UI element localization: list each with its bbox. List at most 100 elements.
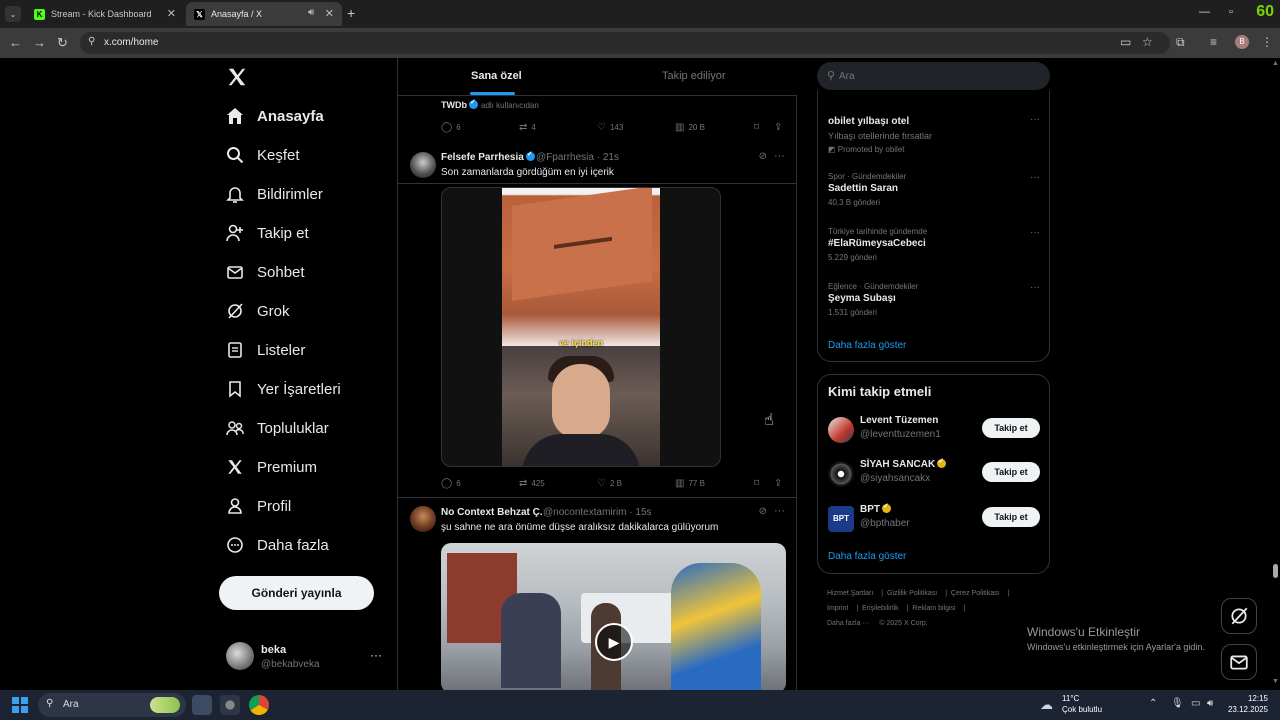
- close-tab-icon[interactable]: ✕: [167, 7, 176, 20]
- share-button[interactable]: ⇪: [774, 122, 786, 133]
- trend-item[interactable]: Türkiye tarihinde gündemde #ElaRümeysaCe…: [828, 227, 1040, 262]
- reload-icon[interactable]: ↻: [57, 35, 68, 51]
- tab-following[interactable]: Takip ediliyor: [662, 70, 726, 82]
- nav-notifications[interactable]: Bildirimler: [226, 182, 323, 206]
- browser-tab-x[interactable]: 𝕏 Anasayfa / X 🔊︎ ✕: [186, 2, 342, 26]
- search-input[interactable]: [839, 66, 1029, 86]
- grok-icon[interactable]: ⊘: [759, 151, 767, 162]
- page-scrollbar[interactable]: ▲ ▼: [1271, 58, 1280, 690]
- settings-app-icon[interactable]: [220, 695, 240, 715]
- browser-tab-kick[interactable]: K Stream - Kick Dashboard ✕: [26, 2, 184, 26]
- tweet-handle[interactable]: @nocontextamirim · 15s: [543, 507, 652, 518]
- task-view-icon[interactable]: [192, 695, 212, 715]
- tweet-author-name[interactable]: TWDb: [441, 98, 478, 110]
- media-icon[interactable]: ≡: [1210, 35, 1217, 49]
- avatar[interactable]: [828, 417, 854, 443]
- avatar[interactable]: [828, 461, 854, 487]
- repost-button[interactable]: ⇄ 425: [519, 478, 545, 489]
- windows-start-icon[interactable]: [12, 697, 28, 713]
- views-button[interactable]: ▥ 20 B: [675, 122, 705, 133]
- tab-search-button[interactable]: ⌄: [5, 6, 21, 22]
- like-button[interactable]: ♡ 143: [597, 122, 623, 133]
- scroll-down-icon[interactable]: ▼: [1272, 678, 1279, 685]
- new-tab-button[interactable]: +: [347, 5, 355, 21]
- reply-button[interactable]: ◯ 6: [441, 478, 461, 489]
- follow-suggestion[interactable]: BPT BPT @bpthaber Takip et: [828, 502, 1040, 536]
- tweet-handle[interactable]: @Fparrhesia · 21s: [536, 152, 619, 163]
- more-icon[interactable]: ···: [774, 150, 785, 162]
- footer-link[interactable]: Daha fazla ···: [827, 620, 869, 627]
- more-icon[interactable]: ···: [370, 648, 382, 662]
- more-icon[interactable]: ···: [1030, 172, 1040, 183]
- bookmark-button[interactable]: ⌑: [754, 478, 763, 489]
- footer-link[interactable]: Erişilebilirlik: [862, 605, 899, 612]
- follow-button[interactable]: Takip et: [982, 507, 1040, 527]
- follow-button[interactable]: Takip et: [982, 418, 1040, 438]
- cloud-icon[interactable]: ☁: [1040, 697, 1053, 713]
- nav-bookmarks[interactable]: Yer İşaretleri: [226, 377, 341, 401]
- menu-icon[interactable]: ⋮: [1261, 35, 1273, 49]
- repost-button[interactable]: ⇄ 4: [519, 122, 536, 133]
- grok-fab-button[interactable]: [1221, 598, 1257, 634]
- volume-icon[interactable]: 🔊︎: [1207, 698, 1213, 709]
- footer-link[interactable]: Gizlilik Politikası: [887, 590, 937, 597]
- tab-for-you[interactable]: Sana özel: [471, 70, 522, 82]
- more-icon[interactable]: ···: [1030, 282, 1040, 293]
- follow-suggestion[interactable]: Levent Tüzemen @leventtuzemen1 Takip et: [828, 415, 1040, 447]
- trend-item-promoted[interactable]: obilet yılbaşı otel Yılbaşı otellerinde …: [828, 114, 1040, 154]
- back-icon[interactable]: ←: [9, 35, 22, 50]
- avatar[interactable]: [410, 506, 436, 532]
- bookmark-star-icon[interactable]: ☆: [1142, 35, 1153, 49]
- tweet[interactable]: No Context Behzat Ç. @nocontextamirim · …: [398, 498, 797, 690]
- clock-date[interactable]: 23.12.2025: [1222, 705, 1268, 714]
- chrome-app-icon[interactable]: [249, 695, 269, 715]
- footer-link[interactable]: İmprint: [827, 605, 848, 612]
- network-icon[interactable]: ▭: [1191, 698, 1200, 709]
- tweet[interactable]: Felsefe Parrhesia @Fparrhesia · 21s ⊘ ··…: [398, 144, 797, 498]
- profile-avatar[interactable]: B: [1235, 35, 1249, 49]
- scroll-thumb[interactable]: [1273, 564, 1278, 578]
- scroll-up-icon[interactable]: ▲: [1272, 60, 1279, 67]
- clock-time[interactable]: 12:15: [1236, 694, 1268, 703]
- address-bar[interactable]: ⚲ x.com/home: [80, 32, 1170, 54]
- footer-link[interactable]: Hizmet Şartları: [827, 590, 873, 597]
- tweet-video[interactable]: ve içinden: [441, 187, 721, 467]
- grok-icon[interactable]: ⊘: [759, 506, 767, 517]
- nav-communities[interactable]: Topluluklar: [226, 416, 329, 440]
- messages-fab-button[interactable]: [1221, 644, 1257, 680]
- play-button[interactable]: ▶: [595, 623, 633, 661]
- footer-link[interactable]: Çerez Politikası: [951, 590, 1000, 597]
- cast-icon[interactable]: ▭: [1120, 35, 1131, 49]
- x-logo-icon[interactable]: [226, 66, 248, 88]
- speaker-icon[interactable]: 🔊︎: [308, 7, 314, 18]
- nav-more[interactable]: Daha fazla: [226, 533, 329, 557]
- tray-chevron-icon[interactable]: ⌃: [1149, 698, 1157, 709]
- more-icon[interactable]: ···: [1030, 227, 1040, 238]
- reply-button[interactable]: ◯ 6: [441, 122, 461, 133]
- nav-explore[interactable]: Keşfet: [226, 143, 300, 167]
- avatar[interactable]: [410, 152, 436, 178]
- nav-lists[interactable]: Listeler: [226, 338, 305, 362]
- nav-follow[interactable]: Takip et: [226, 221, 309, 245]
- follow-show-more-link[interactable]: Daha fazla göster: [828, 551, 906, 562]
- share-button[interactable]: ⇪: [774, 478, 786, 489]
- trends-show-more-link[interactable]: Daha fazla göster: [828, 340, 906, 351]
- nav-premium[interactable]: Premium: [226, 455, 317, 479]
- follow-suggestion[interactable]: SİYAH SANCAK @siyahsancakx Takip et: [828, 457, 1040, 491]
- bpt-logo-icon[interactable]: BPT: [828, 506, 854, 532]
- trend-item[interactable]: Eğlence · Gündemdekiler Şeyma Subaşı 1.5…: [828, 282, 1040, 317]
- tweet-author-name[interactable]: No Context Behzat Ç.: [441, 507, 543, 518]
- bookmark-button[interactable]: ⌑: [754, 122, 763, 133]
- like-button[interactable]: ♡ 2 B: [597, 478, 622, 489]
- nav-profile[interactable]: Profil: [226, 494, 291, 518]
- microphone-icon[interactable]: 🎙︎: [1171, 698, 1184, 709]
- more-icon[interactable]: ···: [1030, 114, 1040, 125]
- nav-chat[interactable]: Sohbet: [226, 260, 305, 284]
- nav-home[interactable]: Anasayfa: [226, 104, 324, 128]
- close-tab-icon[interactable]: ✕: [325, 7, 334, 20]
- maximize-button[interactable]: ▫: [1229, 6, 1233, 18]
- site-info-icon[interactable]: ⚲: [88, 36, 95, 47]
- forward-icon[interactable]: →: [33, 35, 46, 50]
- tweet-video[interactable]: ▶: [441, 543, 786, 690]
- more-icon[interactable]: ···: [774, 505, 785, 517]
